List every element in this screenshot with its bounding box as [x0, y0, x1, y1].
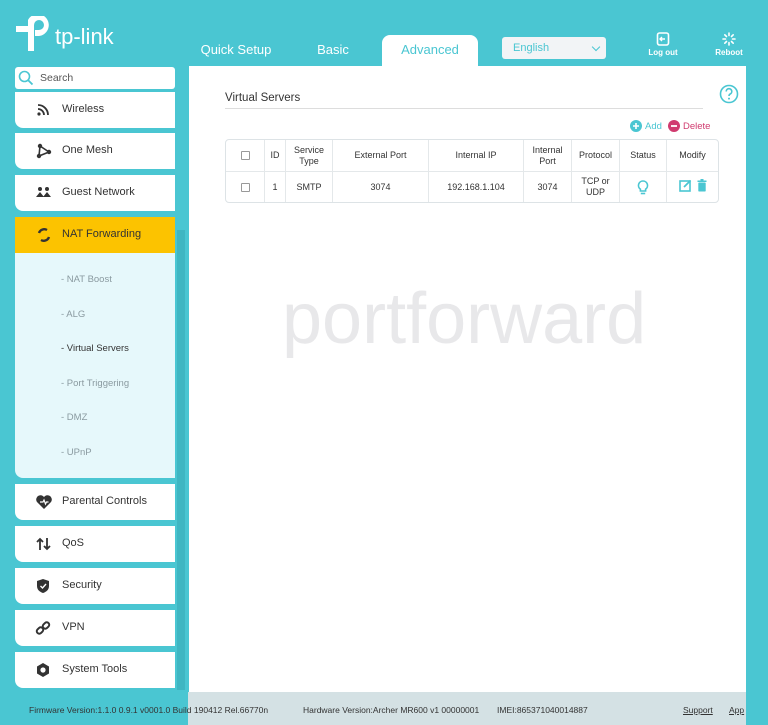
- sidebar-item-wireless[interactable]: Wireless: [15, 92, 175, 128]
- guest-network-icon: [36, 187, 51, 197]
- sidebar-item-guest-network[interactable]: Guest Network: [15, 175, 175, 211]
- firmware-version: Firmware Version:1.1.0 0.9.1 v0001.0 Bui…: [29, 705, 269, 715]
- sidebar-item-vpn[interactable]: VPN: [15, 610, 175, 646]
- sidebar-item-label: Wireless: [62, 103, 105, 115]
- cell-external-port: 3074: [333, 172, 429, 202]
- submenu-port-triggering[interactable]: - Port Triggering: [61, 378, 129, 389]
- header-id: ID: [265, 140, 286, 172]
- nat-forwarding-icon: [37, 228, 51, 242]
- cell-internal-port: 3074: [524, 172, 572, 202]
- submenu-virtual-servers[interactable]: - Virtual Servers: [61, 343, 129, 354]
- minus-circle-icon: [668, 120, 680, 132]
- table-header-row: ID Service Type External Port Internal I…: [226, 140, 718, 172]
- qos-icon: [36, 537, 51, 551]
- header-select-all: [226, 140, 265, 172]
- plus-circle-icon: [630, 120, 642, 132]
- sidebar-item-qos[interactable]: QoS: [15, 526, 175, 562]
- sidebar-item-nat-forwarding[interactable]: NAT Forwarding: [15, 217, 175, 253]
- mesh-icon: [36, 143, 52, 159]
- sidebar-item-label: VPN: [62, 621, 85, 633]
- tab-quick-setup[interactable]: Quick Setup: [196, 36, 276, 66]
- header-service-type: Service Type: [286, 140, 333, 172]
- submenu-alg[interactable]: - ALG: [61, 309, 85, 320]
- sidebar-item-one-mesh[interactable]: One Mesh: [15, 133, 175, 169]
- sidebar-item-label: Guest Network: [62, 186, 135, 198]
- parental-controls-icon: [36, 495, 52, 509]
- row-select-cell: [226, 172, 265, 202]
- status-bulb-icon[interactable]: [637, 179, 649, 195]
- tab-advanced[interactable]: Advanced: [382, 35, 478, 67]
- sidebar-item-label: One Mesh: [62, 144, 113, 156]
- imei: IMEI:865371040014887: [497, 705, 588, 715]
- header-external-port: External Port: [333, 140, 429, 172]
- trash-icon[interactable]: [697, 179, 707, 195]
- submenu-nat-boost[interactable]: - NAT Boost: [61, 274, 112, 285]
- cell-status: [620, 172, 667, 202]
- logo-text: tp-link: [55, 24, 114, 49]
- title-divider: [225, 108, 703, 109]
- edit-icon[interactable]: [678, 179, 692, 195]
- select-all-checkbox[interactable]: [240, 151, 250, 161]
- language-selected: English: [513, 42, 550, 54]
- search-placeholder: Search: [40, 72, 74, 84]
- logout-label: Log out: [648, 48, 678, 57]
- sidebar-scrollbar[interactable]: [177, 230, 185, 690]
- cell-id: 1: [265, 172, 286, 202]
- gear-icon: [37, 663, 49, 677]
- help-icon[interactable]: [719, 84, 739, 104]
- sidebar-item-parental-controls[interactable]: Parental Controls: [15, 484, 175, 520]
- language-select[interactable]: English: [502, 37, 606, 59]
- cell-internal-ip: 192.168.1.104: [429, 172, 524, 202]
- nat-forwarding-submenu: - NAT Boost - ALG - Virtual Servers - Po…: [15, 253, 175, 478]
- support-link[interactable]: Support: [683, 705, 713, 715]
- tp-link-logo-icon: [16, 16, 49, 51]
- hardware-version: Hardware Version:Archer MR600 v1 0000000…: [303, 705, 480, 715]
- reboot-button[interactable]: Reboot: [709, 32, 749, 57]
- sidebar-item-label: Parental Controls: [62, 495, 147, 507]
- header-status: Status: [620, 140, 667, 172]
- sidebar-item-system-tools[interactable]: System Tools: [15, 652, 175, 688]
- reboot-icon: [722, 32, 736, 46]
- delete-label: Delete: [683, 120, 711, 132]
- page-title: Virtual Servers: [225, 92, 301, 104]
- sidebar-item-label: System Tools: [62, 663, 128, 675]
- search-input[interactable]: Search: [15, 67, 175, 89]
- cell-modify: [667, 172, 718, 202]
- wireless-icon: [37, 104, 49, 116]
- header-internal-port: Internal Port: [524, 140, 572, 172]
- logout-icon: [656, 32, 670, 46]
- shield-icon: [37, 579, 49, 593]
- virtual-servers-table: ID Service Type External Port Internal I…: [225, 139, 719, 203]
- reboot-label: Reboot: [715, 48, 743, 57]
- add-button[interactable]: Add: [630, 120, 662, 132]
- delete-button[interactable]: Delete: [668, 120, 710, 132]
- sidebar-item-label: Security: [62, 579, 102, 591]
- cell-service-type: SMTP: [286, 172, 333, 202]
- submenu-dmz[interactable]: - DMZ: [61, 412, 87, 423]
- tab-basic[interactable]: Basic: [308, 36, 358, 66]
- table-row: 1 SMTP 3074 192.168.1.104 3074 TCP or UD…: [226, 172, 718, 202]
- sidebar-item-label: QoS: [62, 537, 85, 549]
- sidebar-item-security[interactable]: Security: [15, 568, 175, 604]
- tp-link-logo: tp-link: [14, 16, 124, 54]
- search-icon: [18, 70, 34, 86]
- sidebar-item-label: NAT Forwarding: [62, 228, 142, 240]
- vpn-link-icon: [35, 621, 51, 635]
- header-internal-ip: Internal IP: [429, 140, 524, 172]
- header-modify: Modify: [667, 140, 718, 172]
- app-link[interactable]: App: [729, 705, 744, 715]
- header-protocol: Protocol: [572, 140, 620, 172]
- row-checkbox[interactable]: [240, 182, 250, 192]
- cell-protocol: TCP or UDP: [572, 172, 620, 202]
- chevron-down-icon: [591, 42, 601, 52]
- add-label: Add: [645, 120, 662, 132]
- logout-button[interactable]: Log out: [643, 32, 683, 57]
- submenu-upnp[interactable]: - UPnP: [61, 447, 92, 458]
